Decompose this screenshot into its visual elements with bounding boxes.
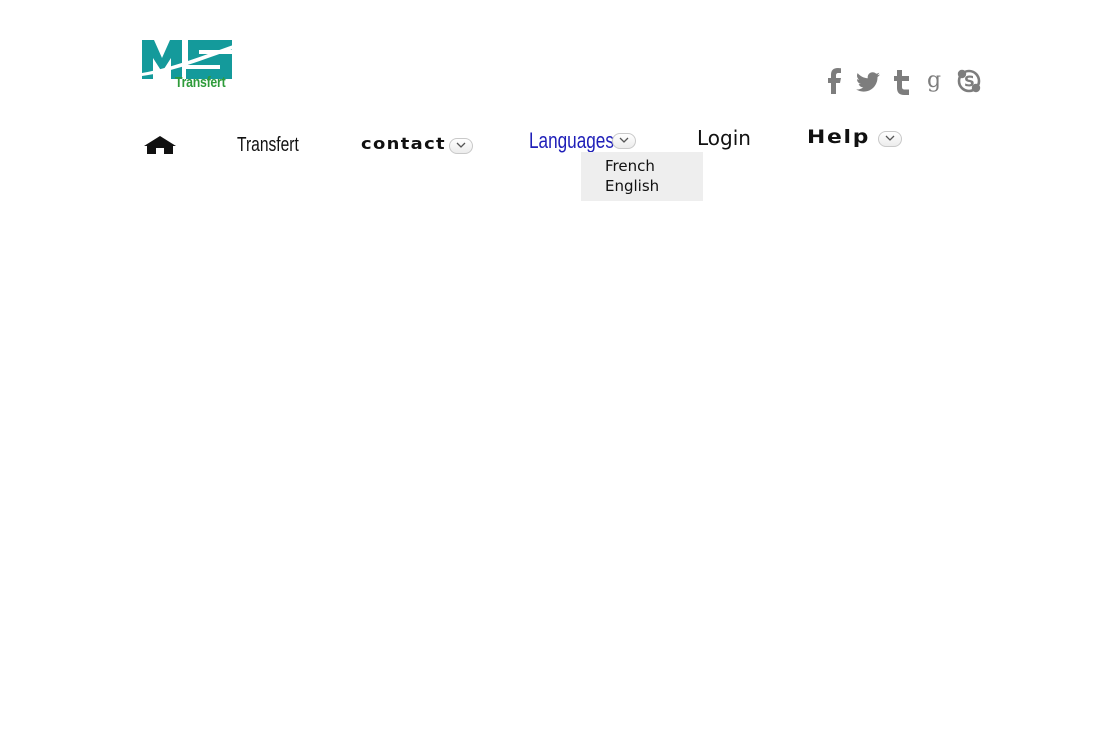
chevron-down-icon <box>619 137 629 143</box>
nav-languages[interactable]: Languages <box>529 130 614 152</box>
nav-transfert[interactable]: Transfert <box>237 135 299 155</box>
facebook-icon[interactable] <box>822 64 850 98</box>
chevron-down-icon <box>885 135 895 141</box>
tumblr-icon[interactable] <box>889 64 917 98</box>
chevron-down-icon <box>456 142 466 148</box>
home-icon[interactable] <box>143 134 177 156</box>
language-option-english[interactable]: English <box>605 176 703 196</box>
languages-dropdown-menu: French English <box>581 152 703 201</box>
svg-text:g: g <box>927 68 941 93</box>
twitter-icon[interactable] <box>855 64 883 98</box>
languages-dropdown-toggle[interactable] <box>612 133 636 149</box>
google-icon[interactable]: g <box>922 64 950 98</box>
contact-dropdown-toggle[interactable] <box>449 138 473 154</box>
logo[interactable]: Transfert <box>142 38 236 94</box>
language-option-french[interactable]: French <box>605 156 703 176</box>
nav-help[interactable]: Help <box>807 128 870 147</box>
nav-login[interactable]: Login <box>697 128 751 148</box>
page: Transfert g S Transfert contact Language… <box>0 0 1112 747</box>
help-dropdown-toggle[interactable] <box>878 131 902 147</box>
logo-subtitle: Transfert <box>175 74 226 91</box>
svg-text:S: S <box>964 73 975 91</box>
nav-contact[interactable]: contact <box>361 136 446 152</box>
skype-icon[interactable]: S <box>956 64 984 98</box>
